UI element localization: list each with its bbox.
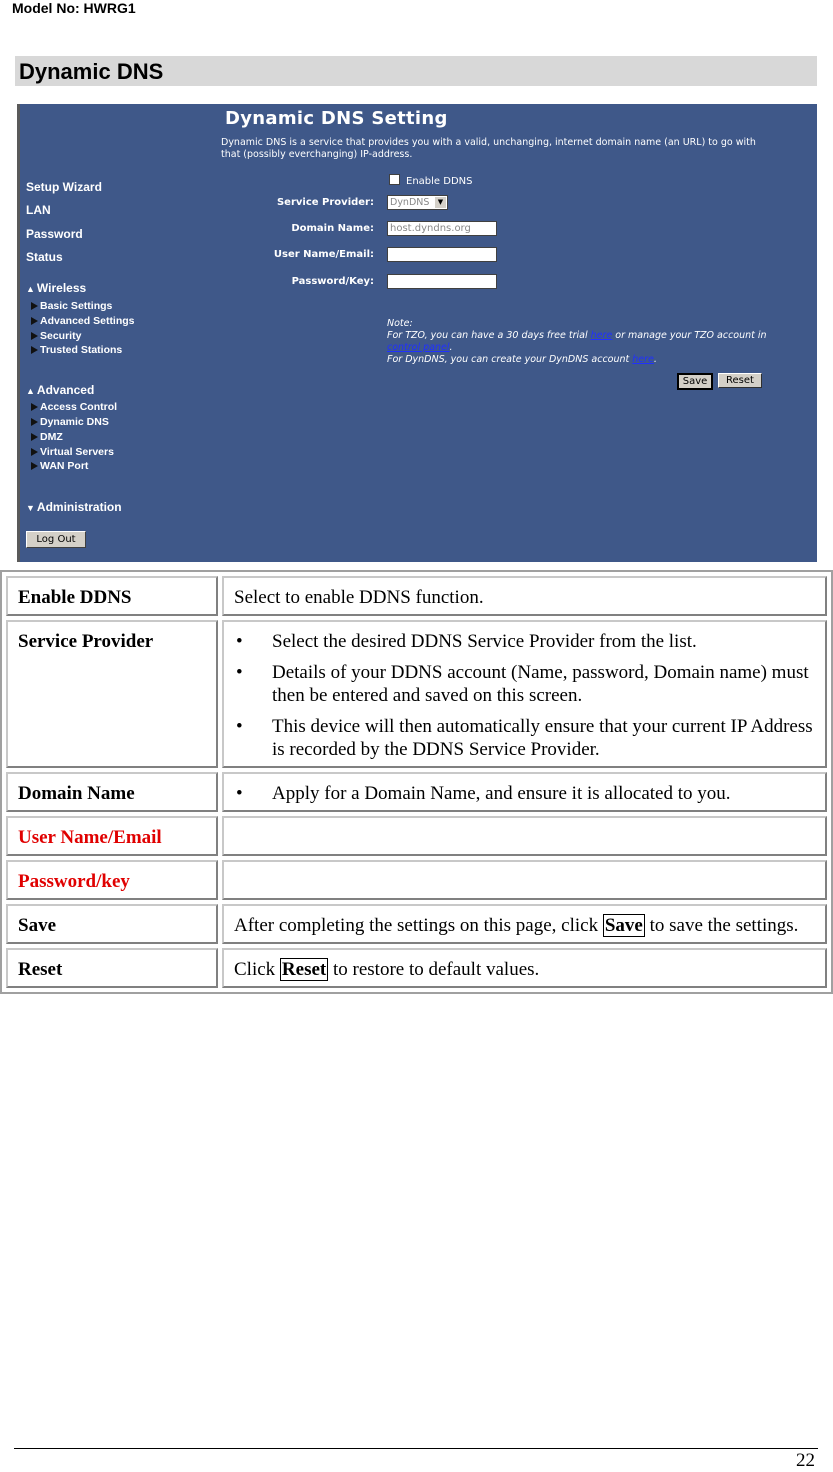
domain-name-input[interactable]: host.dyndns.org [387, 221, 497, 236]
chevron-down-icon: ▼ [435, 197, 446, 208]
nav-dmz[interactable]: DMZ [31, 431, 63, 443]
row-value: After completing the settings on this pa… [222, 904, 827, 944]
row-value: Select the desired DDNS Service Provider… [222, 620, 827, 768]
arrow-right-icon [31, 346, 38, 354]
row-key: Save [6, 904, 218, 944]
screen-intro: Dynamic DNS is a service that provides y… [221, 137, 756, 160]
tzo-trial-link[interactable]: here [591, 330, 613, 341]
table-row: Domain Name Apply for a Domain Name, and… [6, 772, 827, 812]
list-item: This device will then automatically ensu… [236, 715, 815, 761]
caret-up-icon: ▲ [26, 386, 35, 396]
nav-advanced-settings[interactable]: Advanced Settings [31, 315, 135, 327]
nav-group-administration[interactable]: ▼ Administration [26, 500, 122, 514]
nav-dynamic-dns[interactable]: Dynamic DNS [31, 416, 109, 428]
nav-security[interactable]: Security [31, 330, 81, 342]
checkbox-icon [389, 174, 400, 185]
arrow-right-icon [31, 302, 38, 310]
nav-setup-wizard[interactable]: Setup Wizard [26, 180, 102, 194]
caret-up-icon: ▲ [26, 284, 35, 294]
enable-ddns-checkbox[interactable]: Enable DDNS [389, 174, 472, 187]
nav-wan-port[interactable]: WAN Port [31, 460, 88, 472]
field-description-table: Enable DDNS Select to enable DDNS functi… [0, 570, 833, 994]
arrow-right-icon [31, 433, 38, 441]
reset-reference: Reset [279, 958, 329, 981]
row-key: Service Provider [6, 620, 218, 768]
arrow-right-icon [31, 418, 38, 426]
row-key: Reset [6, 948, 218, 988]
note-title: Note: [387, 318, 413, 329]
nav-group-advanced[interactable]: ▲ Advanced [26, 383, 94, 397]
row-value [222, 816, 827, 856]
nav-lan[interactable]: LAN [26, 203, 51, 217]
nav-basic-settings[interactable]: Basic Settings [31, 300, 112, 312]
row-value: Click Reset to restore to default values… [222, 948, 827, 988]
row-key: Domain Name [6, 772, 218, 812]
logout-button[interactable]: Log Out [26, 531, 86, 548]
arrow-right-icon [31, 332, 38, 340]
provider-note: Note: For TZO, you can have a 30 days fr… [387, 318, 787, 366]
page-number: 22 [796, 1450, 815, 1471]
row-key: Enable DDNS [6, 576, 218, 616]
service-provider-label: Service Provider: [276, 197, 374, 208]
list-item: Select the desired DDNS Service Provider… [236, 630, 815, 653]
password-label: Password/Key: [291, 276, 374, 287]
save-button[interactable]: Save [677, 373, 713, 390]
table-row: Enable DDNS Select to enable DDNS functi… [6, 576, 827, 616]
table-row: Save After completing the settings on th… [6, 904, 827, 944]
screen-title: Dynamic DNS Setting [225, 108, 448, 129]
nav-password[interactable]: Password [26, 227, 83, 241]
model-number: Model No: HWRG1 [12, 0, 136, 16]
router-screenshot: Dynamic DNS Setting Dynamic DNS is a ser… [17, 104, 817, 562]
note-line-dyndns: For DynDNS, you can create your DynDNS a… [387, 354, 657, 365]
table-row: Service Provider Select the desired DDNS… [6, 620, 827, 768]
row-key: Password/key [6, 860, 218, 900]
tzo-control-panel-link[interactable]: control panel [387, 342, 450, 353]
section-title: Dynamic DNS [15, 56, 817, 86]
arrow-right-icon [31, 448, 38, 456]
footer-divider [14, 1448, 818, 1449]
table-row: Reset Click Reset to restore to default … [6, 948, 827, 988]
list-item: Details of your DDNS account (Name, pass… [236, 661, 815, 707]
domain-name-label: Domain Name: [291, 223, 374, 234]
nav-status[interactable]: Status [26, 250, 63, 264]
nav-group-wireless[interactable]: ▲ Wireless [26, 281, 86, 295]
dyndns-create-link[interactable]: here [632, 354, 654, 365]
password-input[interactable] [387, 274, 497, 289]
nav-trusted-stations[interactable]: Trusted Stations [31, 344, 122, 356]
arrow-right-icon [31, 462, 38, 470]
service-provider-select[interactable]: DynDNS ▼ [387, 195, 448, 210]
username-label: User Name/Email: [273, 249, 374, 260]
username-input[interactable] [387, 247, 497, 262]
row-value: Select to enable DDNS function. [222, 576, 827, 616]
arrow-right-icon [31, 403, 38, 411]
table-row: User Name/Email [6, 816, 827, 856]
caret-down-icon: ▼ [26, 503, 35, 513]
row-value: Apply for a Domain Name, and ensure it i… [222, 772, 827, 812]
list-item: Apply for a Domain Name, and ensure it i… [236, 782, 815, 805]
nav-virtual-servers[interactable]: Virtual Servers [31, 446, 114, 458]
nav-access-control[interactable]: Access Control [31, 401, 117, 413]
row-value [222, 860, 827, 900]
table-row: Password/key [6, 860, 827, 900]
row-key: User Name/Email [6, 816, 218, 856]
arrow-right-icon [31, 317, 38, 325]
save-reference: Save [602, 914, 645, 937]
note-line-tzo: For TZO, you can have a 30 days free tri… [387, 330, 767, 353]
reset-button[interactable]: Reset [718, 373, 762, 388]
